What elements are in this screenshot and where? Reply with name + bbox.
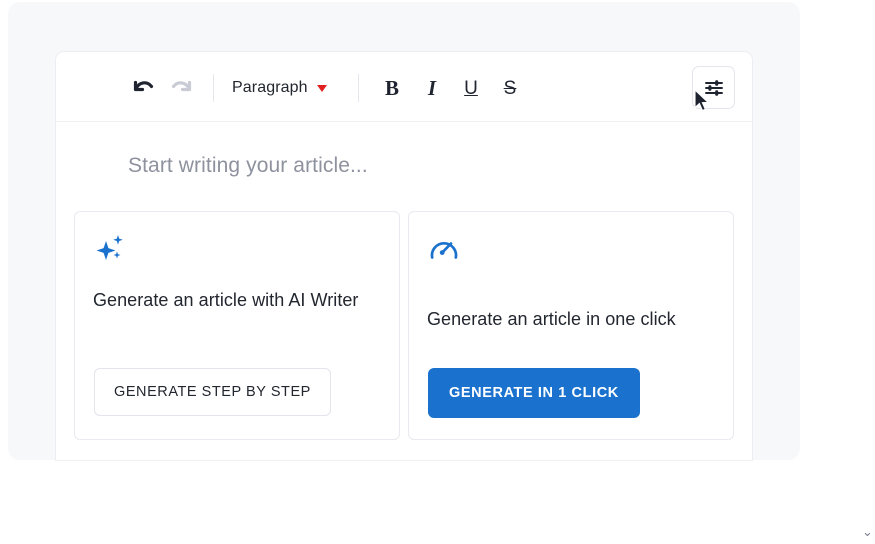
redo-icon xyxy=(171,80,191,92)
card-ai-writer[interactable]: Generate an article with AI Writer GENER… xyxy=(74,211,400,440)
bold-button[interactable]: B xyxy=(378,74,406,102)
strikethrough-button[interactable]: S xyxy=(496,74,524,102)
toolbar-divider-1 xyxy=(213,74,214,102)
article-editor-card: Paragraph B I U S Start writing your art… xyxy=(56,52,752,460)
sparkles-icon xyxy=(93,232,127,271)
article-body-placeholder[interactable]: Start writing your article... xyxy=(128,154,368,178)
undo-button[interactable] xyxy=(128,75,156,101)
paragraph-style-label: Paragraph xyxy=(232,79,308,96)
editor-toolbar: Paragraph B I U S xyxy=(56,52,752,122)
editor-settings-button[interactable] xyxy=(692,66,735,109)
paragraph-style-dropdown[interactable]: Paragraph xyxy=(232,74,327,102)
generate-in-1-click-button[interactable]: GENERATE IN 1 CLICK xyxy=(428,368,640,418)
suggestion-cards: Generate an article with AI Writer GENER… xyxy=(74,211,734,440)
card-title: Generate an article with AI Writer xyxy=(93,290,359,310)
undo-icon xyxy=(133,80,153,92)
italic-button[interactable]: I xyxy=(418,74,446,102)
scroll-down-chevron-icon[interactable]: ⌄ xyxy=(862,525,873,538)
speedometer-icon xyxy=(427,232,461,271)
screen: Paragraph B I U S Start writing your art… xyxy=(0,0,875,544)
underline-button[interactable]: U xyxy=(457,74,485,102)
chevron-down-icon xyxy=(316,84,327,92)
card-title: Generate an article in one click xyxy=(427,309,676,329)
generate-step-by-step-button[interactable]: GENERATE STEP BY STEP xyxy=(94,368,331,416)
toolbar-divider-2 xyxy=(358,74,359,102)
card-one-click[interactable]: Generate an article in one click GENERAT… xyxy=(408,211,734,440)
redo-button[interactable] xyxy=(168,75,196,101)
tune-sliders-icon xyxy=(704,79,723,96)
